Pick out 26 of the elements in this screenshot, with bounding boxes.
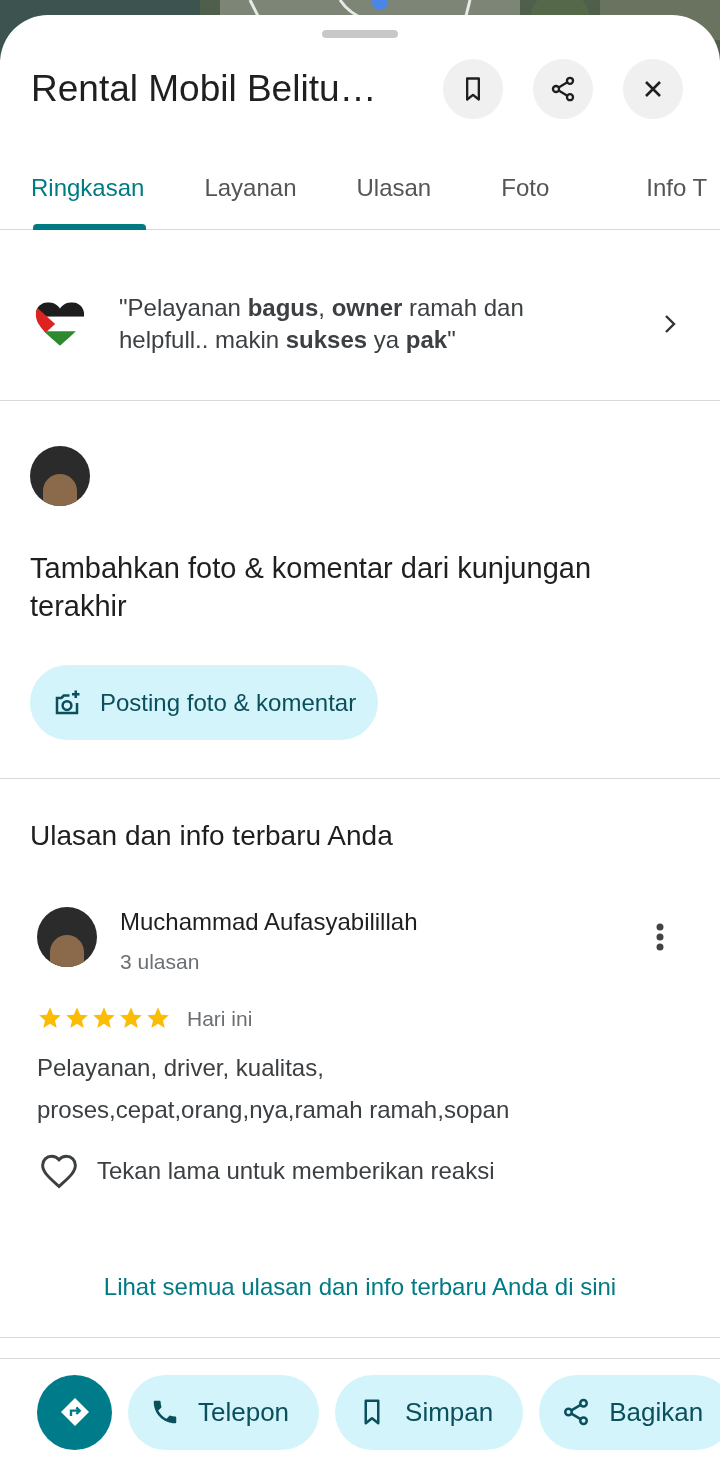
place-title: Rental Mobil Belitu… <box>31 67 378 112</box>
save-button[interactable]: Simpan <box>335 1374 524 1450</box>
avatar <box>30 446 90 506</box>
review-text: Pelayanan, driver, kualitas, proses,cepat,orang,nya,ramah ramah,sopan <box>36 1053 511 1125</box>
share-button[interactable]: Bagikan <box>539 1374 720 1450</box>
reaction-hint: Tekan lama untuk memberikan reaksi <box>97 1156 495 1186</box>
tab[interactable]: Ringkasan <box>31 146 145 229</box>
call-button[interactable]: Telepon <box>128 1374 320 1450</box>
heart-icon[interactable] <box>39 1153 79 1189</box>
see-all-link[interactable]: Lihat semua ulasan dan info terbaru Anda di sini <box>103 1269 617 1305</box>
review-count: 3 ulasan <box>120 949 201 975</box>
review-snippet: "Pelayanan bagus, owner ramah dan helpfull.. makin sukses ya pak" <box>119 293 525 355</box>
tab[interactable]: Ulasan <box>356 146 432 229</box>
drag-handle[interactable] <box>322 30 398 38</box>
prompt-title: Tambahkan foto & komentar dari kunjungan terakhir <box>30 551 592 624</box>
author-name: Muchammad Aufasyabilillah <box>120 907 419 937</box>
chevron-right-icon[interactable] <box>664 314 676 334</box>
tab[interactable]: Layanan <box>204 146 297 229</box>
review-time: Hari ini <box>187 1005 253 1032</box>
more-options-icon[interactable] <box>656 923 664 951</box>
post-photo-button[interactable]: Posting foto & komentar <box>30 665 379 740</box>
tab[interactable]: Foto <box>501 146 550 229</box>
share-icon <box>549 75 577 103</box>
avatar <box>37 907 97 967</box>
section-heading: Ulasan dan info terbaru Anda <box>29 819 394 853</box>
tab[interactable]: Info T <box>646 146 708 229</box>
